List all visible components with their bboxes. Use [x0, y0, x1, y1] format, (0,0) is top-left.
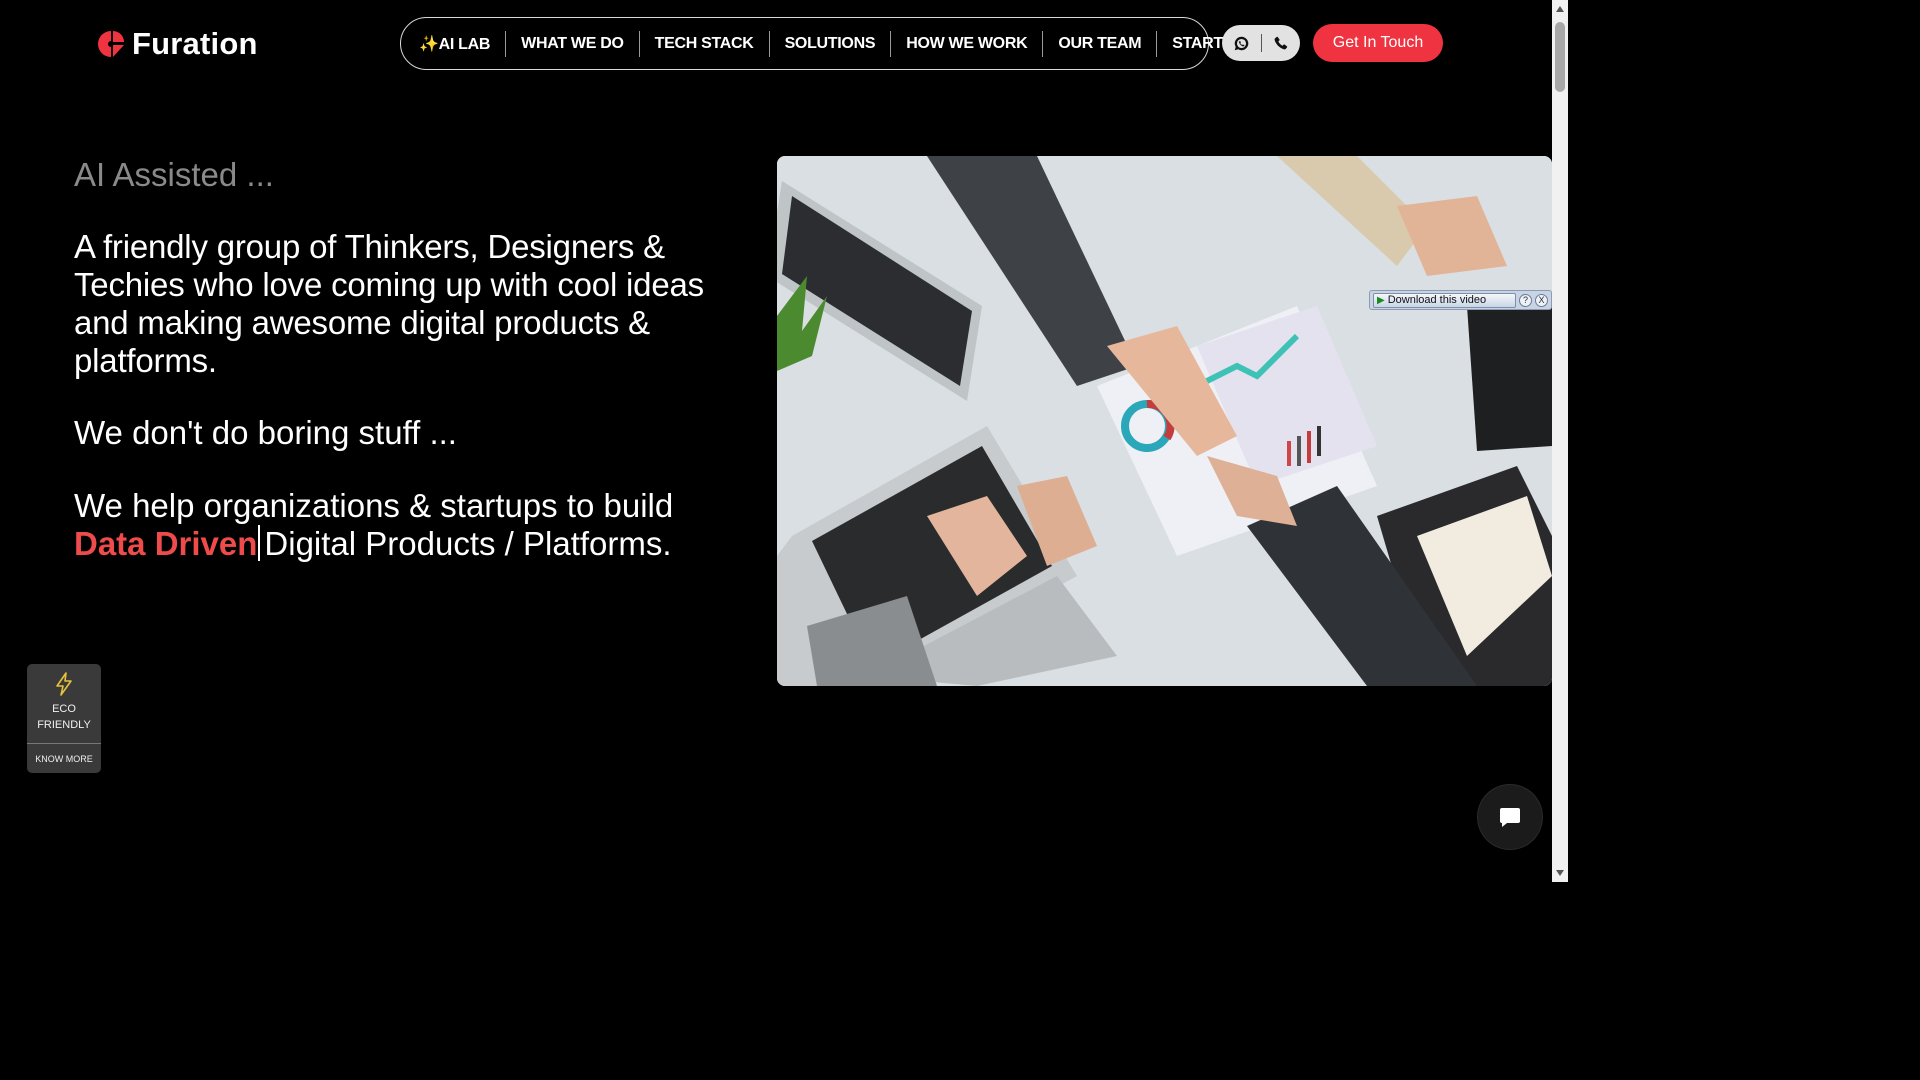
- brand-logo[interactable]: Furation: [96, 26, 258, 62]
- download-video-label: Download this video: [1387, 294, 1487, 306]
- hero-tagline: We don't do boring stuff ...: [74, 414, 457, 451]
- nav-ai-lab[interactable]: ✨AI LAB: [417, 30, 507, 57]
- video-download-bar: ▶ Download this video ? X: [1369, 290, 1552, 310]
- nav-tech-stack[interactable]: TECH STACK: [640, 30, 770, 57]
- brand-name: Furation: [132, 26, 258, 61]
- typing-caret: [258, 525, 261, 561]
- download-video-button[interactable]: ▶ Download this video: [1373, 292, 1516, 308]
- nav-solutions[interactable]: SOLUTIONS: [770, 30, 892, 57]
- eco-friendly-badge[interactable]: ECO FRIENDLY KNOW MORE: [27, 664, 101, 773]
- main-nav: ✨AI LAB WHAT WE DO TECH STACK SOLUTIONS …: [400, 17, 1245, 70]
- scroll-down-arrow[interactable]: [1556, 870, 1564, 876]
- hero-paragraph: A friendly group of Thinkers, Designers …: [74, 228, 704, 379]
- furation-logo-icon: [96, 29, 126, 59]
- eco-label: ECO FRIENDLY: [37, 701, 91, 733]
- team-handshake-image: [777, 156, 1552, 686]
- help-icon[interactable]: ?: [1519, 293, 1532, 307]
- contact-pill: [1222, 25, 1300, 61]
- scroll-thumb[interactable]: [1555, 22, 1565, 92]
- whatsapp-icon[interactable]: [1231, 32, 1253, 54]
- get-in-touch-button[interactable]: Get In Touch: [1313, 24, 1443, 62]
- page-scrollbar[interactable]: [1552, 0, 1568, 882]
- hero-typed-accent: Data Driven: [74, 525, 258, 562]
- phone-icon[interactable]: [1270, 32, 1292, 54]
- eco-label-line2: FRIENDLY: [37, 719, 91, 731]
- close-icon[interactable]: X: [1535, 293, 1548, 307]
- contact-divider: [1260, 34, 1262, 52]
- play-icon: ▶: [1377, 294, 1385, 306]
- lightning-icon: [56, 672, 72, 696]
- hero-statement-prefix: We help organizations & startups to buil…: [74, 487, 674, 524]
- nav-what-we-do[interactable]: WHAT WE DO: [506, 30, 640, 57]
- nav-our-team[interactable]: OUR TEAM: [1043, 30, 1158, 57]
- know-more-link[interactable]: KNOW MORE: [27, 743, 101, 773]
- hero-subtitle: AI Assisted ...: [74, 156, 274, 193]
- scroll-up-arrow[interactable]: [1556, 6, 1564, 12]
- hero-statement: We help organizations & startups to buil…: [74, 487, 754, 563]
- hero-statement-suffix: Digital Products / Platforms.: [264, 525, 672, 562]
- eco-badge-top: ECO FRIENDLY: [27, 664, 101, 743]
- chat-icon: [1500, 808, 1520, 827]
- hero-video[interactable]: ▶ Download this video ? X: [777, 156, 1552, 686]
- chat-launcher-button[interactable]: [1478, 785, 1542, 849]
- nav-how-we-work[interactable]: HOW WE WORK: [891, 30, 1044, 57]
- eco-label-line1: ECO: [52, 703, 76, 715]
